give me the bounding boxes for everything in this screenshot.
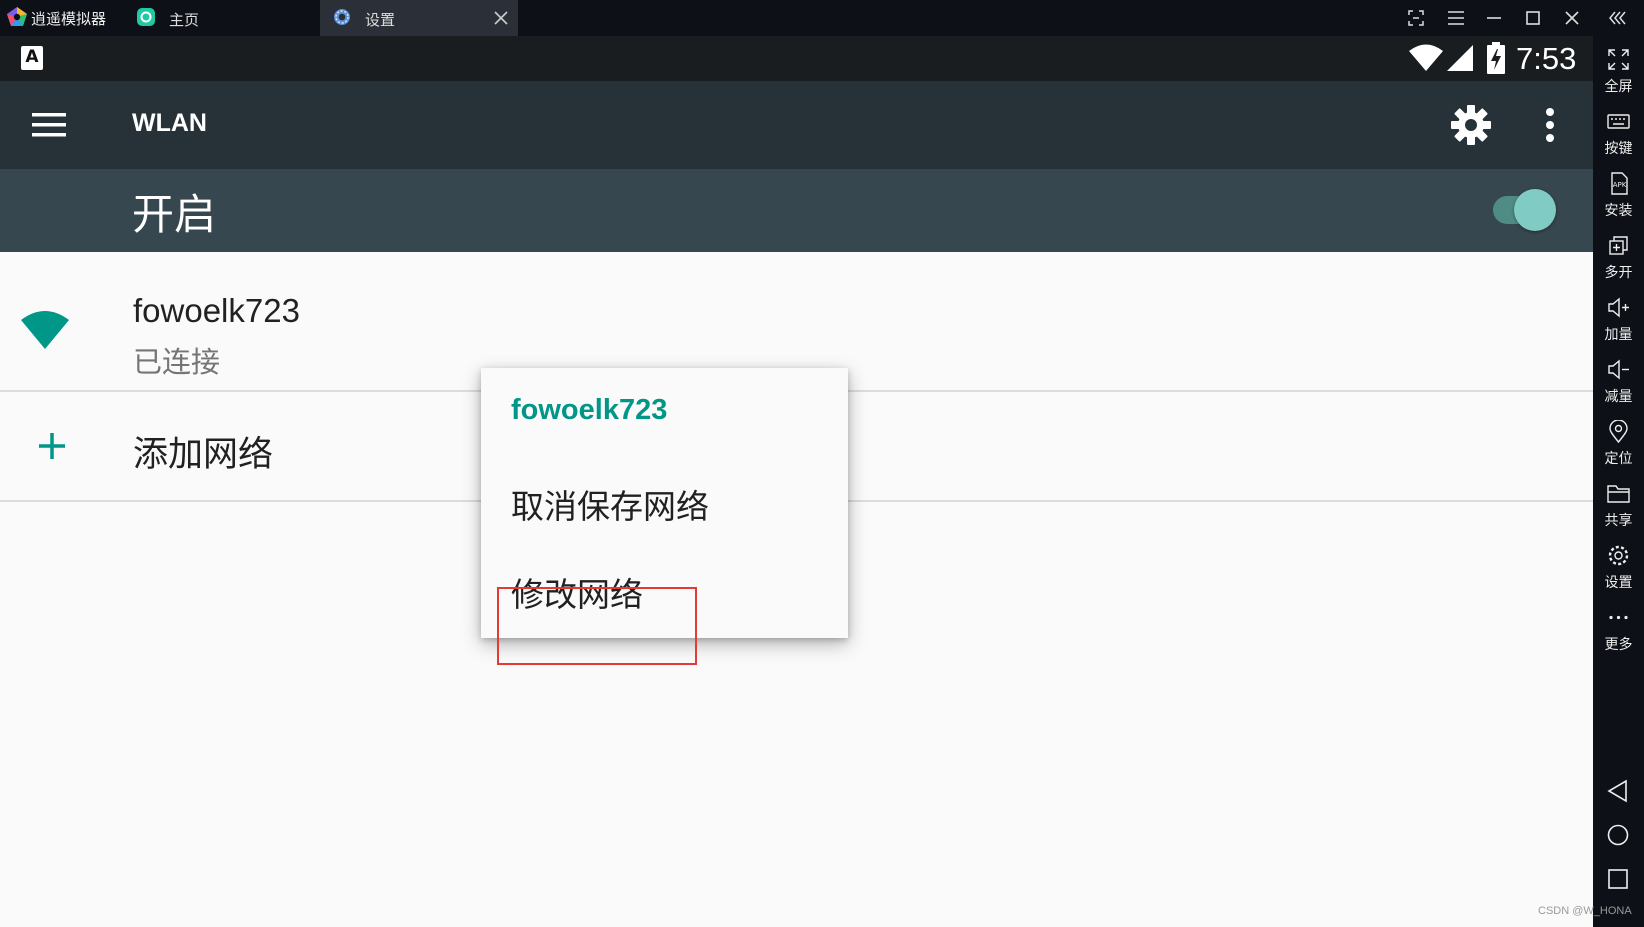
- battery-charging-icon: [1487, 42, 1505, 74]
- location-pin-icon: [1609, 420, 1628, 443]
- gear-icon: [1608, 545, 1629, 566]
- tab-label: 设置: [365, 11, 396, 29]
- toolbar-label: 更多: [1604, 637, 1633, 653]
- switch-label: 开启: [132, 190, 217, 239]
- tab-settings[interactable]: 设置: [320, 0, 518, 36]
- apk-icon: APK: [1611, 172, 1628, 195]
- more-dots-icon: [1609, 615, 1628, 620]
- toolbar-label: 加量: [1604, 327, 1633, 343]
- clock: 7:53: [1516, 41, 1577, 76]
- network-status: 已连接: [133, 345, 221, 379]
- toolbar-share[interactable]: 共享: [1593, 476, 1644, 536]
- status-bar: A 7:53: [0, 36, 1593, 81]
- toolbar-label: 设置: [1604, 575, 1633, 591]
- toolbar-label: 共享: [1604, 513, 1633, 529]
- emulator-window: 逍遥模拟器 主页 设置 A 7:53 WLAN 开启 fowoelk723 已连…: [0, 0, 1644, 927]
- android-screen: A 7:53 WLAN 开启 fowoelk723 已连接 添加网络 fowoe…: [0, 36, 1593, 927]
- toolbar-label: 多开: [1604, 265, 1633, 281]
- plus-icon: [39, 433, 65, 459]
- toolbar-install[interactable]: APK 安装: [1593, 166, 1644, 226]
- toggle-thumb[interactable]: [1514, 189, 1556, 231]
- toolbar-location[interactable]: 定位: [1593, 414, 1644, 474]
- highlight-annotation: [497, 587, 697, 665]
- multi-instance-icon: [1609, 236, 1628, 255]
- fullscreen-icon: [1608, 49, 1629, 70]
- toolbar-label: 全屏: [1604, 79, 1633, 95]
- menu-icon[interactable]: [1445, 7, 1467, 29]
- wifi-signal-icon: [21, 311, 69, 349]
- recent-apps-icon[interactable]: [1605, 866, 1631, 892]
- watermark: CSDN @W_HONA: [1538, 905, 1632, 917]
- overflow-menu-icon[interactable]: [1538, 105, 1562, 145]
- title-bar: 逍遥模拟器 主页 设置: [0, 0, 1644, 36]
- emulator-toolbar: 全屏 按键 APK 安装 多开 加量 减量 定位 共享 设置 更多: [1593, 36, 1644, 927]
- forget-network-item[interactable]: 取消保存网络: [511, 480, 709, 528]
- keyboard-icon: [1607, 114, 1630, 129]
- cell-signal-icon: [1447, 45, 1473, 71]
- app-bar: WLAN: [0, 81, 1593, 169]
- folder-icon: [1607, 485, 1630, 503]
- minimize-icon[interactable]: [1483, 7, 1505, 29]
- app-logo-icon: [7, 7, 27, 26]
- toolbar-label: 安装: [1604, 203, 1633, 219]
- volume-down-icon: [1608, 359, 1629, 380]
- toolbar-settings[interactable]: 设置: [1593, 538, 1644, 598]
- maximize-icon[interactable]: [1522, 7, 1544, 29]
- toolbar-label: 定位: [1604, 451, 1633, 467]
- toolbar-fullscreen[interactable]: 全屏: [1593, 42, 1644, 102]
- home-app-icon: [137, 8, 155, 26]
- toolbar-volume-down[interactable]: 减量: [1593, 352, 1644, 412]
- tab-home[interactable]: 主页: [132, 0, 318, 36]
- toolbar-label: 减量: [1604, 389, 1633, 405]
- dialog-title: fowoelk723: [511, 394, 668, 426]
- toolbar-keys[interactable]: 按键: [1593, 104, 1644, 164]
- close-icon[interactable]: [492, 9, 510, 27]
- page-title: WLAN: [132, 109, 207, 137]
- volume-up-icon: [1608, 297, 1629, 318]
- back-icon[interactable]: [1605, 778, 1631, 804]
- notification-icon: A: [21, 46, 43, 70]
- toolbar-multi[interactable]: 多开: [1593, 228, 1644, 288]
- hamburger-menu-icon[interactable]: [30, 108, 70, 142]
- toolbar-more[interactable]: 更多: [1593, 600, 1644, 660]
- screenshot-icon[interactable]: [1405, 7, 1427, 29]
- wlan-switch-bar[interactable]: 开启: [0, 169, 1593, 252]
- wifi-status-icon: [1409, 44, 1443, 71]
- window-close-icon[interactable]: [1561, 7, 1583, 29]
- toolbar-label: 按键: [1604, 141, 1633, 157]
- wlan-settings-gear-icon[interactable]: [1450, 104, 1492, 146]
- network-name: fowoelk723: [133, 292, 300, 329]
- toolbar-volume-up[interactable]: 加量: [1593, 290, 1644, 350]
- app-name: 逍遥模拟器: [31, 10, 107, 28]
- collapse-sidebar-icon[interactable]: [1607, 7, 1629, 29]
- settings-gear-icon: [334, 9, 350, 25]
- add-network-label: 添加网络: [133, 435, 274, 475]
- svg-text:APK: APK: [1613, 181, 1627, 189]
- home-icon[interactable]: [1605, 822, 1631, 848]
- tab-label: 主页: [169, 11, 200, 29]
